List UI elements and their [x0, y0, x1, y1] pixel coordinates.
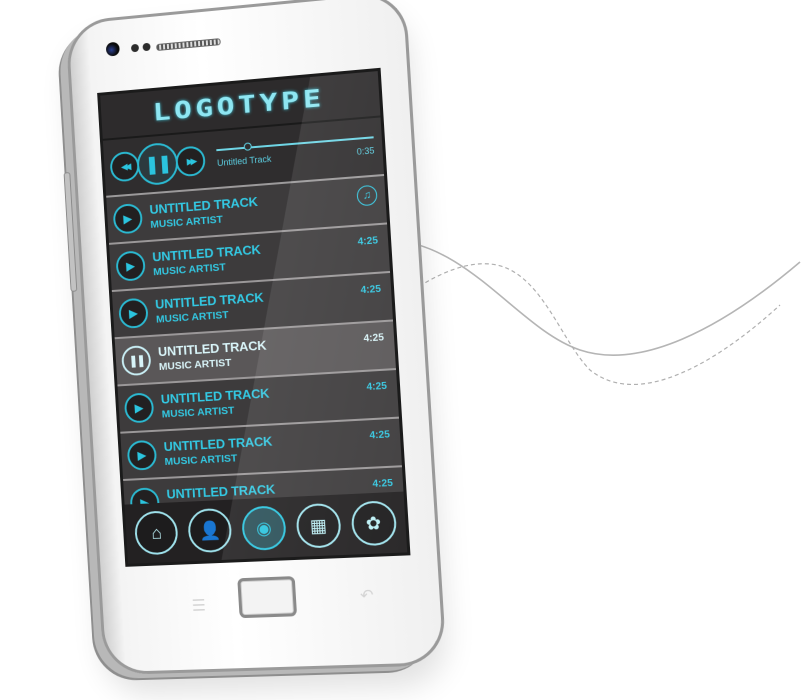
sensor-icon — [130, 43, 140, 53]
back-key-icon[interactable]: ↶ — [360, 585, 375, 606]
phone-body: LOGOTYPE ◀◀ ❚❚ ▶▶ Untitled Track 0:35 ▶ … — [63, 0, 447, 676]
speaker-icon: ◉ — [255, 517, 273, 538]
track-artist: MUSIC ARTIST — [161, 404, 235, 421]
pause-icon: ❚❚ — [144, 152, 171, 175]
elapsed-time: 0:35 — [356, 145, 375, 157]
nav-profile-button[interactable]: 👤 — [187, 507, 233, 554]
phone: LOGOTYPE ◀◀ ❚❚ ▶▶ Untitled Track 0:35 ▶ … — [46, 0, 483, 699]
track-play-button[interactable]: ▶ — [118, 297, 149, 330]
user-icon: 👤 — [198, 519, 222, 541]
track-artist: MUSIC ARTIST — [158, 356, 232, 373]
play-icon: ▶ — [128, 306, 139, 321]
sensor-icon — [142, 42, 151, 52]
film-reel-icon: ✿ — [365, 512, 382, 534]
hardware-keys: ☰ ↶ — [101, 562, 441, 634]
logo: LOGOTYPE — [152, 83, 326, 127]
track-play-button[interactable]: ▶ — [115, 250, 146, 282]
track-duration: 4:25 — [357, 235, 379, 248]
rewind-icon: ◀◀ — [120, 160, 129, 172]
track-play-button[interactable]: ▶ — [126, 439, 158, 471]
progress-slider[interactable]: Untitled Track 0:35 — [216, 130, 375, 168]
product-mockup: LOGOTYPE ◀◀ ❚❚ ▶▶ Untitled Track 0:35 ▶ … — [0, 0, 806, 700]
track-duration: 4:25 — [372, 477, 394, 490]
nav-speaker-button[interactable]: ◉ — [240, 505, 288, 552]
nav-film-button[interactable]: ✿ — [349, 500, 398, 547]
calendar-icon: ▦ — [309, 514, 328, 536]
progress-knob[interactable] — [243, 142, 252, 151]
current-track-name: Untitled Track — [216, 153, 272, 169]
music-note-button[interactable]: ♫ — [356, 184, 378, 207]
track-title: UNTITLED TRACK — [163, 433, 273, 454]
pause-icon: ❚❚ — [128, 353, 145, 368]
earpiece-speaker — [156, 38, 221, 52]
forward-button[interactable]: ▶▶ — [175, 145, 207, 178]
track-play-button[interactable]: ▶ — [112, 202, 144, 235]
track-duration: 4:25 — [360, 283, 382, 297]
track-duration: 4:25 — [369, 429, 391, 442]
play-icon: ▶ — [134, 400, 144, 416]
music-note-icon: ♫ — [362, 189, 372, 202]
track-duration: 4:25 — [366, 380, 388, 394]
pause-button[interactable]: ❚❚ — [135, 141, 180, 187]
nav-calendar-button[interactable]: ▦ — [295, 502, 342, 549]
track-list: ▶ UNTITLED TRACK MUSIC ARTIST ♫ ▶ UNTITLED TR… — [106, 175, 405, 529]
play-icon: ▶ — [137, 448, 147, 463]
bottom-nav: ⌂ 👤 ◉ ▦ ✿ — [124, 491, 408, 564]
rewind-button[interactable]: ◀◀ — [109, 150, 140, 183]
track-duration: 4:25 — [363, 332, 385, 345]
track-artist: MUSIC ARTIST — [164, 452, 238, 468]
home-key[interactable] — [237, 576, 298, 619]
play-icon: ▶ — [125, 258, 136, 274]
track-play-button[interactable]: ▶ — [123, 392, 155, 424]
nav-home-button[interactable]: ⌂ — [134, 510, 180, 556]
track-pause-button[interactable]: ❚❚ — [120, 344, 152, 377]
front-camera-icon — [105, 41, 120, 57]
fast-forward-icon: ▶▶ — [186, 155, 195, 167]
menu-key-icon[interactable]: ☰ — [191, 595, 206, 615]
play-icon: ▶ — [122, 211, 133, 226]
volume-key[interactable] — [63, 172, 78, 292]
home-icon: ⌂ — [150, 522, 163, 543]
screen: LOGOTYPE ◀◀ ❚❚ ▶▶ Untitled Track 0:35 ▶ … — [97, 67, 411, 567]
